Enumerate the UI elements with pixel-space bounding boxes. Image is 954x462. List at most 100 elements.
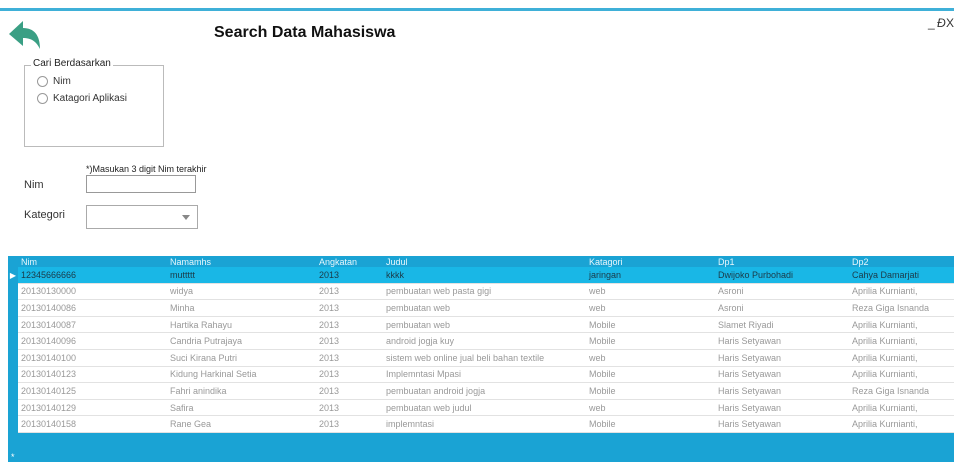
cell-angkatan[interactable]: 2013	[316, 382, 383, 400]
cell-dp1[interactable]: Haris Setyawan	[715, 332, 849, 350]
table-row[interactable]: 20130130000 widya 2013 pembuatan web pasta …	[8, 283, 954, 301]
row-header[interactable]	[8, 349, 18, 367]
cell-katagori[interactable]: Mobile	[586, 332, 715, 350]
cell-angkatan[interactable]: 2013	[316, 366, 383, 384]
cell-namamhs[interactable]: widya	[167, 283, 316, 301]
cell-katagori[interactable]: web	[586, 283, 715, 301]
row-header[interactable]	[8, 332, 18, 350]
cell-dp2[interactable]: Aprilia Kurnianti,	[849, 415, 954, 433]
restore-button[interactable]: Ɖ	[937, 16, 946, 30]
cell-judul[interactable]: Implemntasi Mpasi	[383, 366, 586, 384]
cell-dp1[interactable]: Haris Setyawan	[715, 382, 849, 400]
back-button[interactable]	[6, 18, 42, 52]
data-grid[interactable]: Nim Namamhs Angkatan Judul Katagori Dp1 …	[8, 256, 954, 462]
radio-nim[interactable]: Nim	[37, 76, 71, 87]
cell-dp2[interactable]: Aprilia Kurnianti,	[849, 366, 954, 384]
radio-katagori-aplikasi[interactable]: Katagori Aplikasi	[37, 93, 127, 104]
table-row[interactable]: 20130140100 Suci Kirana Putri 2013 sistem w…	[8, 349, 954, 367]
row-header[interactable]	[8, 399, 18, 417]
cell-dp2[interactable]: Aprilia Kurnianti,	[849, 283, 954, 301]
cell-namamhs[interactable]: Fahri anindika	[167, 382, 316, 400]
cell-dp2[interactable]: Reza Giga Isnanda	[849, 299, 954, 317]
cell-nim[interactable]: 20130130000	[18, 283, 167, 301]
cell-katagori[interactable]: web	[586, 399, 715, 417]
cell-dp2[interactable]: Aprilia Kurnianti,	[849, 316, 954, 334]
table-row[interactable]: 20130140096 Candria Putrajaya 2013 android …	[8, 332, 954, 350]
cell-nim[interactable]: 20130140129	[18, 399, 167, 417]
cell-katagori[interactable]: Mobile	[586, 382, 715, 400]
column-header-dp1[interactable]: Dp1	[715, 256, 849, 267]
cell-judul[interactable]: implemntasi	[383, 415, 586, 433]
cell-katagori[interactable]: web	[586, 349, 715, 367]
cell-angkatan[interactable]: 2013	[316, 349, 383, 367]
kategori-dropdown[interactable]	[86, 205, 198, 229]
cell-dp1[interactable]: Haris Setyawan	[715, 399, 849, 417]
cell-angkatan[interactable]: 2013	[316, 332, 383, 350]
cell-angkatan[interactable]: 2013	[316, 399, 383, 417]
close-button[interactable]: X	[946, 16, 954, 30]
cell-dp1[interactable]: Haris Setyawan	[715, 415, 849, 433]
cell-judul[interactable]: pembuatan web pasta gigi	[383, 283, 586, 301]
cell-namamhs[interactable]: Safira	[167, 399, 316, 417]
radio-circle-icon[interactable]	[37, 76, 48, 87]
cell-dp2[interactable]: Aprilia Kurnianti,	[849, 332, 954, 350]
cell-nim[interactable]: 20130140123	[18, 366, 167, 384]
row-header[interactable]	[8, 316, 18, 334]
cell-dp2[interactable]: Aprilia Kurnianti,	[849, 399, 954, 417]
cell-namamhs[interactable]: Kidung Harkinal Setia	[167, 366, 316, 384]
cell-dp2[interactable]: Reza Giga Isnanda	[849, 382, 954, 400]
cell-katagori[interactable]: web	[586, 299, 715, 317]
minimize-button[interactable]: _	[928, 16, 935, 30]
cell-dp1[interactable]: Asroni	[715, 283, 849, 301]
cell-judul[interactable]: pembuatan web	[383, 299, 586, 317]
nim-input[interactable]	[86, 175, 196, 193]
table-row[interactable]: 20130140123 Kidung Harkinal Setia 2013 Impl…	[8, 366, 954, 384]
cell-judul[interactable]: android jogja kuy	[383, 332, 586, 350]
cell-nim[interactable]: 20130140100	[18, 349, 167, 367]
cell-dp1[interactable]: Dwijoko Purbohadi	[715, 267, 849, 284]
table-row[interactable]: 20130140158 Rane Gea 2013 implemntasi Mobile…	[8, 415, 954, 433]
cell-namamhs[interactable]: Minha	[167, 299, 316, 317]
row-header[interactable]: ▶	[8, 267, 18, 284]
cell-dp1[interactable]: Asroni	[715, 299, 849, 317]
row-header[interactable]	[8, 283, 18, 301]
row-header[interactable]	[8, 415, 18, 433]
cell-namamhs[interactable]: Rane Gea	[167, 415, 316, 433]
cell-nim[interactable]: 20130140158	[18, 415, 167, 433]
cell-angkatan[interactable]: 2013	[316, 299, 383, 317]
row-header[interactable]	[8, 366, 18, 384]
table-row[interactable]: ▶ 12345666666 muttttt 2013 kkkk jaringan Dwijo…	[8, 267, 954, 284]
cell-angkatan[interactable]: 2013	[316, 316, 383, 334]
cell-angkatan[interactable]: 2013	[316, 283, 383, 301]
cell-judul[interactable]: pembuatan web	[383, 316, 586, 334]
cell-dp2[interactable]: Aprilia Kurnianti,	[849, 349, 954, 367]
column-header-angkatan[interactable]: Angkatan	[316, 256, 383, 267]
table-row[interactable]: 20130140129 Safira 2013 pembuatan web judul…	[8, 399, 954, 417]
cell-nim[interactable]: 20130140096	[18, 332, 167, 350]
cell-dp2[interactable]: Cahya Damarjati	[849, 267, 954, 284]
table-row[interactable]: 20130140087 Hartika Rahayu 2013 pembuatan w…	[8, 316, 954, 334]
cell-angkatan[interactable]: 2013	[316, 415, 383, 433]
column-header-namamhs[interactable]: Namamhs	[167, 256, 316, 267]
cell-judul[interactable]: pembuatan android jogja	[383, 382, 586, 400]
cell-nim[interactable]: 20130140087	[18, 316, 167, 334]
cell-judul[interactable]: kkkk	[383, 267, 586, 284]
cell-judul[interactable]: sistem web online jual beli bahan textil…	[383, 349, 586, 367]
column-header-judul[interactable]: Judul	[383, 256, 586, 267]
cell-namamhs[interactable]: muttttt	[167, 267, 316, 284]
cell-namamhs[interactable]: Hartika Rahayu	[167, 316, 316, 334]
cell-nim[interactable]: 12345666666	[18, 267, 167, 284]
column-header-dp2[interactable]: Dp2	[849, 256, 954, 267]
radio-circle-icon[interactable]	[37, 93, 48, 104]
cell-katagori[interactable]: Mobile	[586, 415, 715, 433]
cell-katagori[interactable]: Mobile	[586, 316, 715, 334]
cell-nim[interactable]: 20130140125	[18, 382, 167, 400]
cell-namamhs[interactable]: Candria Putrajaya	[167, 332, 316, 350]
cell-dp1[interactable]: Slamet Riyadi	[715, 316, 849, 334]
row-header[interactable]	[8, 299, 18, 317]
row-header[interactable]	[8, 382, 18, 400]
cell-namamhs[interactable]: Suci Kirana Putri	[167, 349, 316, 367]
cell-judul[interactable]: pembuatan web judul	[383, 399, 586, 417]
cell-katagori[interactable]: jaringan	[586, 267, 715, 284]
cell-dp1[interactable]: Haris Setyawan	[715, 366, 849, 384]
